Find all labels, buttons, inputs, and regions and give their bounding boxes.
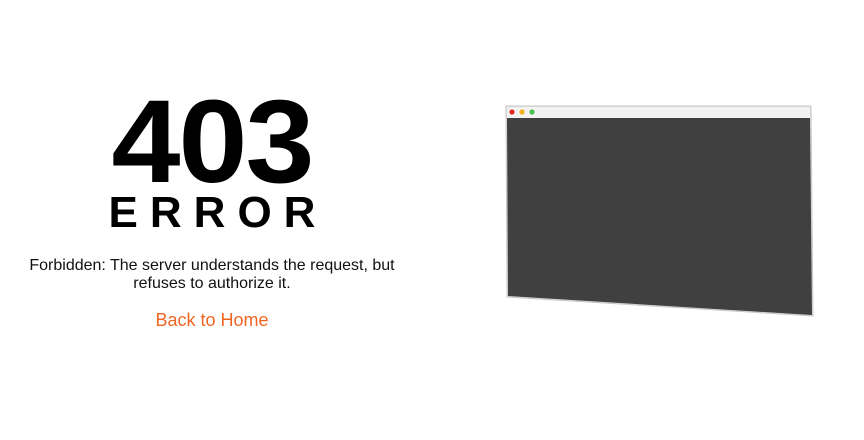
close-button-dot [509, 109, 515, 115]
error-content: 403 ERROR Forbidden: The server understa… [0, 0, 424, 440]
error-code: 403 [111, 76, 315, 208]
browser-window-illustration [496, 96, 826, 332]
minimize-button-dot [519, 109, 525, 115]
window-titlebar [507, 107, 810, 118]
browser-window-icon [505, 105, 814, 317]
maximize-button-dot [529, 109, 535, 115]
error-title: ERROR [108, 188, 328, 237]
error-message: Forbidden: The server understands the re… [29, 257, 395, 292]
window-screen [507, 118, 812, 315]
error-page: 403 ERROR Forbidden: The server understa… [0, 0, 864, 440]
back-to-home-link[interactable]: Back to Home [0, 310, 424, 330]
